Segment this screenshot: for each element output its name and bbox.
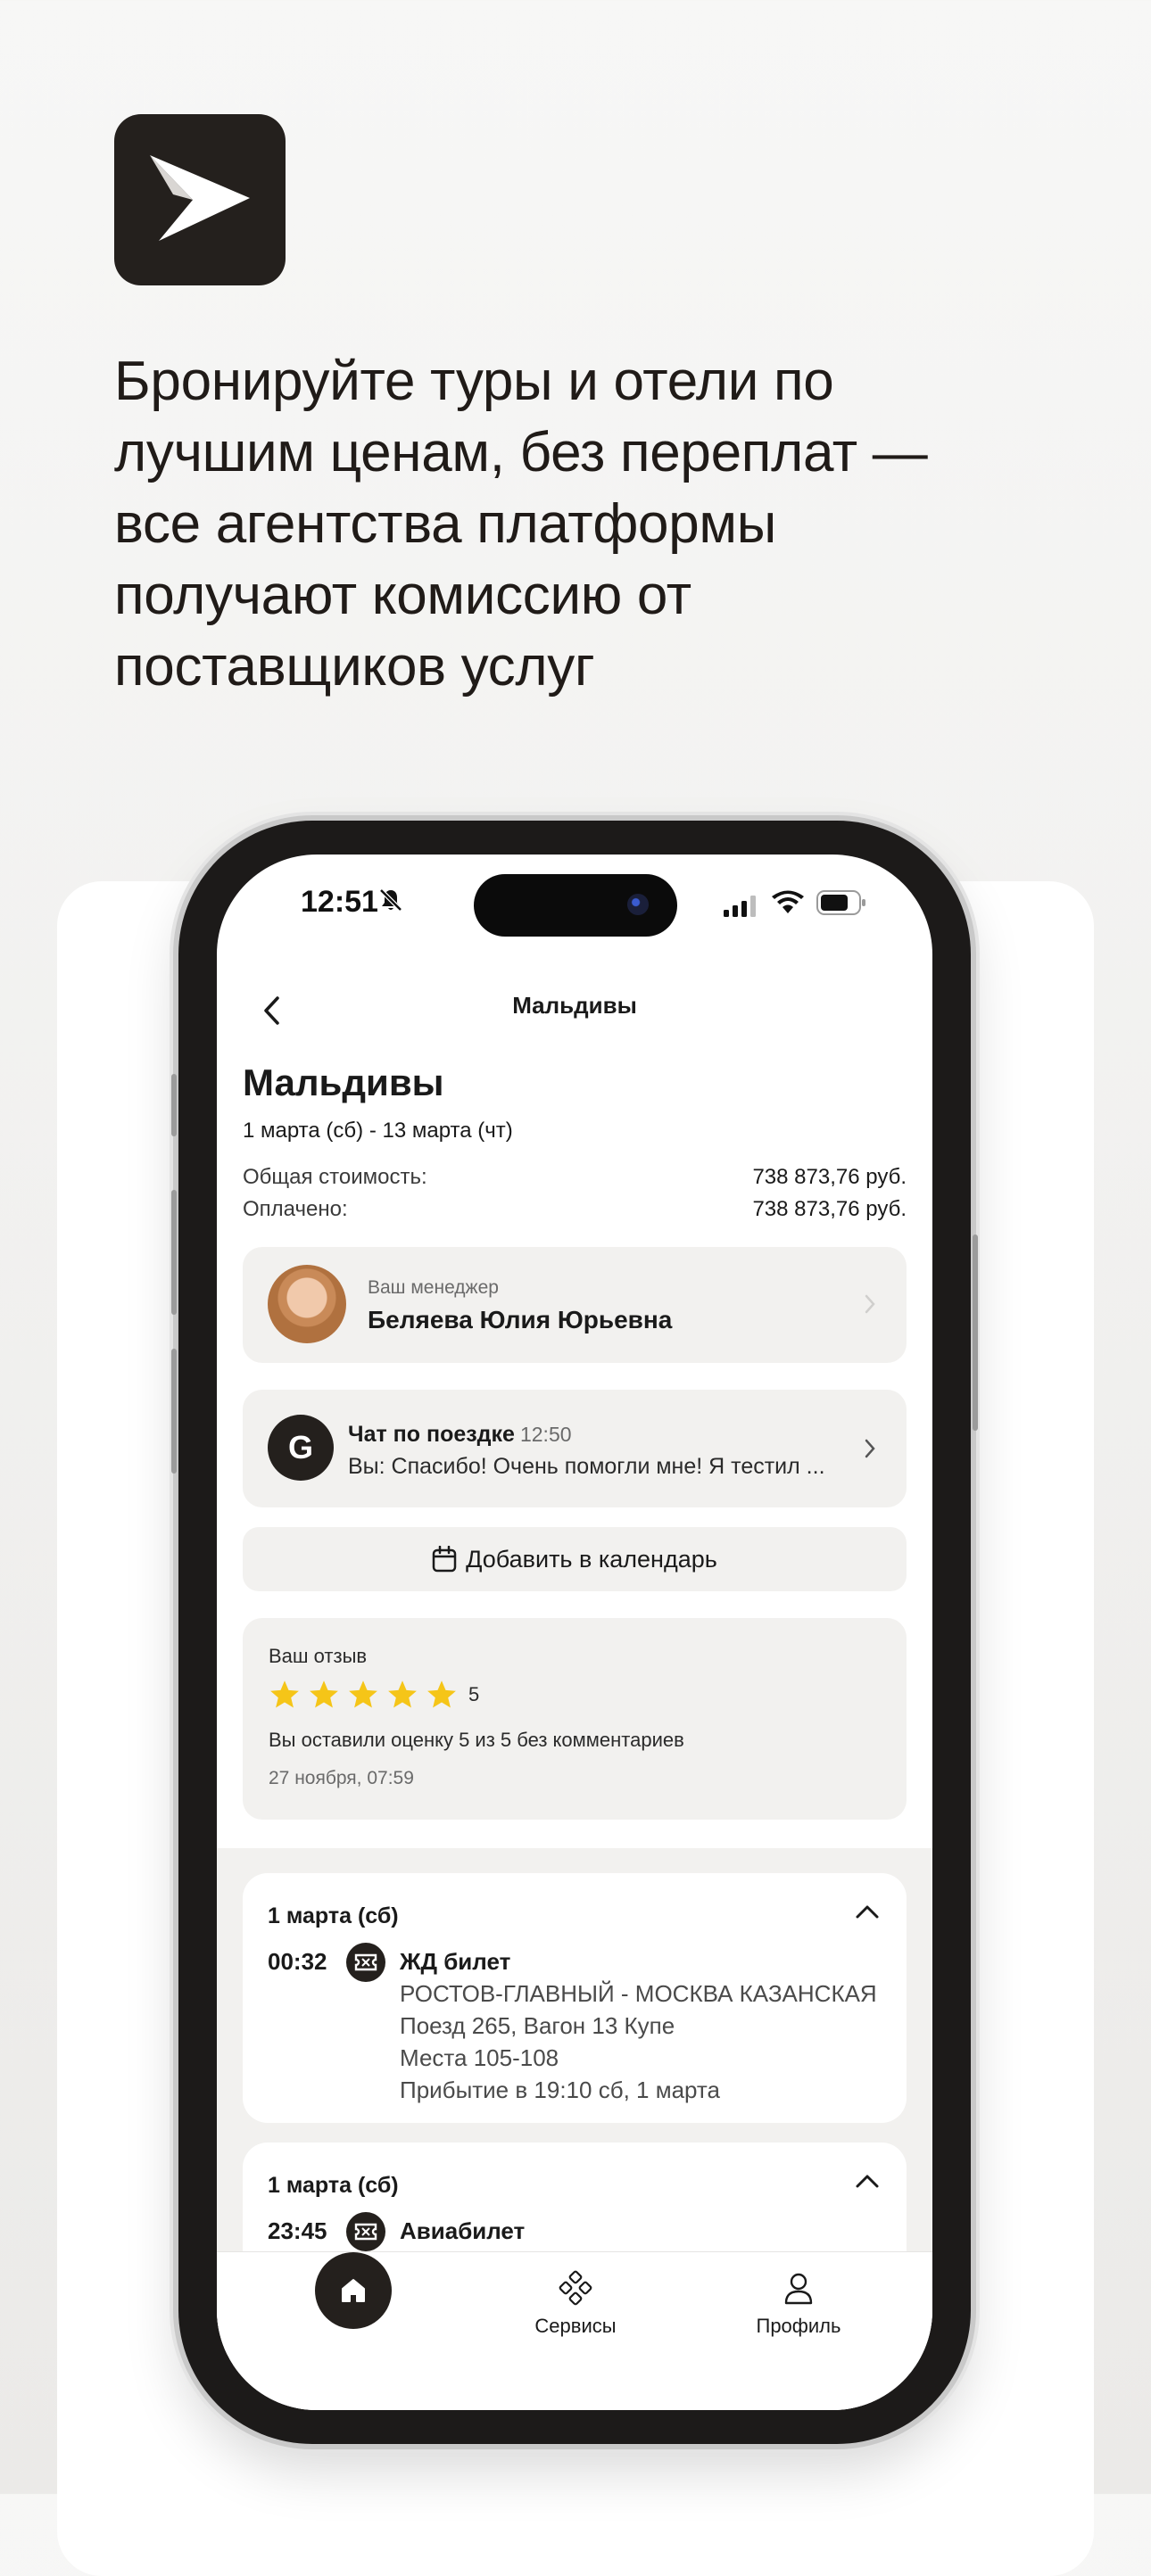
star-icon (388, 1680, 417, 1708)
review-text: Вы оставили оценку 5 из 5 без комментари… (269, 1729, 684, 1751)
battery-icon (816, 890, 865, 915)
signal-icon (724, 896, 756, 917)
tab-services[interactable]: Сервисы (504, 2270, 647, 2338)
segment-detail: Прибытие в 19:10 сб, 1 марта (400, 2076, 721, 2103)
camera-icon (627, 894, 649, 915)
total-cost-label: Общая стоимость: (243, 1165, 427, 1189)
phone-side-button (973, 1234, 978, 1431)
segment-title: ЖД билет (400, 1948, 511, 1975)
segment-title: Авиабилет (400, 2217, 526, 2244)
chat-avatar: G (268, 1415, 334, 1481)
status-time: 12:51 (301, 885, 378, 919)
star-icon (427, 1680, 456, 1708)
itinerary-day-card: 1 марта (сб) 00:32 ЖД билет РОСТОВ-ГЛАВН… (243, 1873, 907, 2123)
tab-services-label: Сервисы (534, 2315, 617, 2337)
phone-side-button (171, 1074, 177, 1136)
trip-chat-card[interactable]: G Чат по поездке 12:50 Вы: Спасибо! Очень… (243, 1390, 907, 1507)
manager-caption: Ваш менеджер (368, 1277, 499, 1298)
manager-name: Беляева Юлия Юрьевна (368, 1306, 673, 1333)
trip-dates: 1 марта (сб) - 13 марта (чт) (243, 1119, 513, 1143)
chat-title: Чат по поездке (348, 1422, 515, 1447)
review-caption: Ваш отзыв (269, 1645, 368, 1667)
paid-row: Оплачено: 738 873,76 руб. (243, 1197, 907, 1222)
segment-detail: Поезд 265, Вагон 13 Купе (400, 2012, 675, 2039)
bell-muted-icon (379, 888, 402, 912)
segment-time: 23:45 (268, 2217, 327, 2244)
tab-bar: Сервисы Профиль (217, 2251, 932, 2410)
phone-screen: 12:51 Мальдивы Мальдивы 1 марта (сб) - 1… (217, 855, 932, 2410)
segment-detail: РОСТОВ-ГЛАВНЫЙ - МОСКВА КАЗАНСКАЯ (400, 1980, 877, 2007)
chevron-right-icon (865, 1294, 875, 1314)
rating-value: 5 (468, 1683, 480, 1705)
status-bar: 12:51 (217, 855, 932, 953)
ticket-icon (346, 1943, 385, 1982)
paid-label: Оплачено: (243, 1197, 348, 1221)
home-icon (342, 2279, 365, 2302)
star-icon (270, 1680, 299, 1708)
manager-avatar (268, 1265, 346, 1343)
review-card: Ваш отзыв 5 Вы оставили оценку 5 из 5 бе… (243, 1618, 907, 1820)
chevron-up-icon[interactable] (855, 2173, 880, 2189)
chevron-up-icon[interactable] (855, 1903, 880, 1920)
chat-title-row: Чат по поездке 12:50 (348, 1422, 572, 1448)
chevron-right-icon (865, 1439, 875, 1458)
app-logo (114, 114, 286, 285)
trip-title: Мальдивы (243, 1061, 444, 1103)
navigation-header: Мальдивы (217, 979, 932, 1042)
day-title: 1 марта (сб) (268, 1903, 399, 1928)
dynamic-island (474, 874, 677, 937)
phone-side-button (171, 1190, 177, 1315)
phone-side-button (171, 1349, 177, 1474)
page-title: Мальдивы (512, 992, 637, 1019)
headline-line: лучшим ценам, без переплат — (114, 422, 928, 483)
segment-time: 00:32 (268, 1948, 327, 1975)
user-icon (784, 2273, 813, 2305)
ticket-icon (346, 2212, 385, 2251)
chat-preview: Вы: Спасибо! Очень помогли мне! Я тестил… (348, 1454, 825, 1479)
chat-time: 12:50 (519, 1423, 572, 1446)
segment-detail: Места 105-108 (400, 2044, 559, 2071)
total-cost-row: Общая стоимость: 738 873,76 руб. (243, 1165, 907, 1190)
headline-line: получают комиссию от (114, 565, 691, 626)
headline-line: все агентства платформы (114, 493, 776, 555)
star-icon (310, 1680, 338, 1708)
headline-line: Бронируйте туры и отели по (114, 351, 834, 412)
promo-headline: Бронируйте туры и отели по лучшим ценам,… (114, 346, 1060, 703)
services-icon (559, 2270, 592, 2306)
tab-profile-label: Профиль (756, 2315, 841, 2337)
headline-line: поставщиков услуг (114, 636, 595, 698)
tab-home[interactable] (315, 2252, 392, 2329)
star-icon (349, 1680, 377, 1708)
paid-value: 738 873,76 руб. (752, 1197, 907, 1221)
calendar-button-label: Добавить в календарь (466, 1545, 717, 1573)
rating-stars: 5 (269, 1679, 479, 1711)
calendar-icon (432, 1546, 457, 1573)
tab-profile[interactable]: Профиль (727, 2270, 870, 2338)
arrow-logo-icon (150, 155, 250, 241)
day-title: 1 марта (сб) (268, 2173, 399, 2198)
review-date: 27 ноября, 07:59 (269, 1768, 414, 1788)
wifi-icon (772, 890, 804, 913)
manager-card[interactable]: Ваш менеджер Беляева Юлия Юрьевна (243, 1247, 907, 1363)
add-to-calendar-button[interactable]: Добавить в календарь (243, 1527, 907, 1591)
total-cost-value: 738 873,76 руб. (752, 1165, 907, 1189)
